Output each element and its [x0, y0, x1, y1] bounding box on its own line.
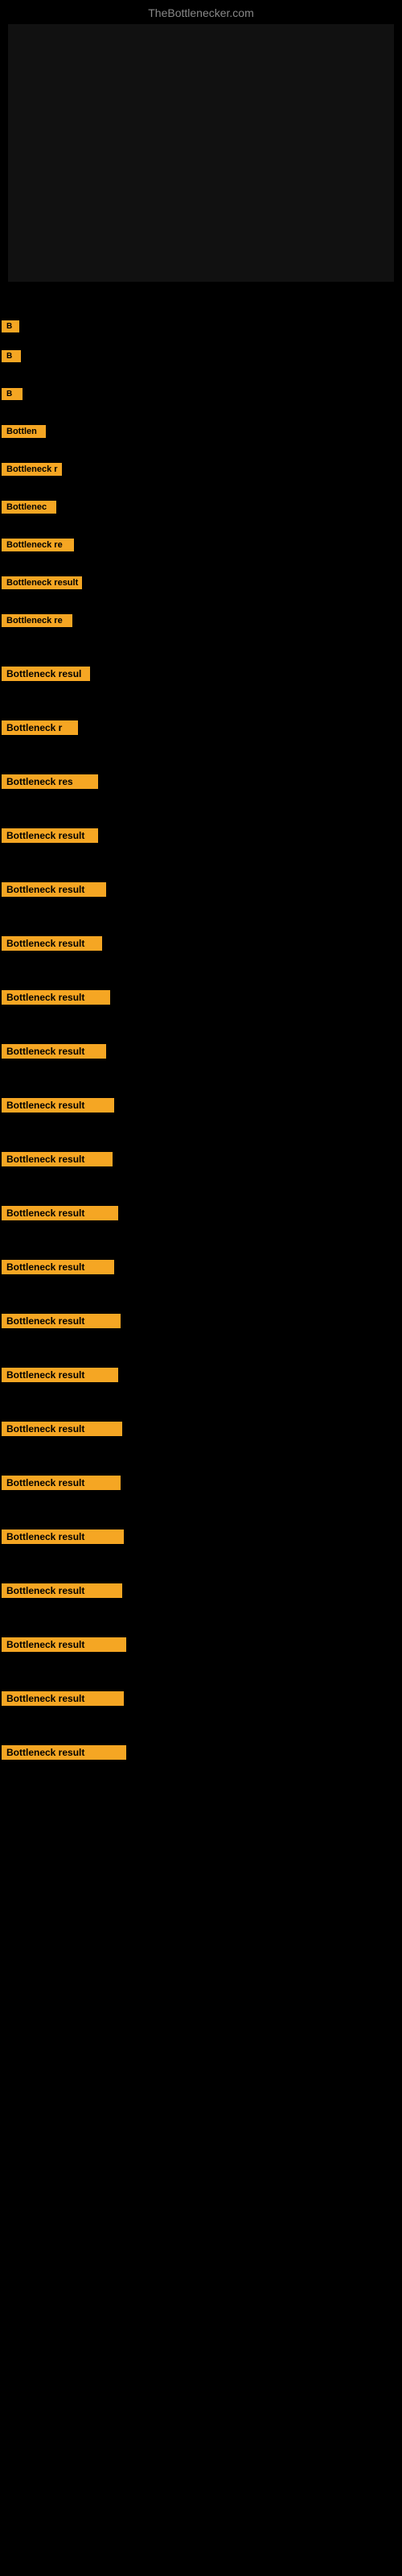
result-item-20: Bottleneck result: [2, 1206, 402, 1220]
result-item-1: B: [2, 318, 402, 332]
result-label-10: Bottleneck resul: [2, 667, 90, 681]
result-label-22: Bottleneck result: [2, 1314, 121, 1328]
result-label-29: Bottleneck result: [2, 1691, 124, 1706]
result-item-30: Bottleneck result: [2, 1745, 402, 1760]
chart-area: [8, 24, 394, 282]
result-label-5: Bottleneck r: [2, 463, 62, 476]
result-label-12: Bottleneck res: [2, 774, 98, 789]
result-item-13: Bottleneck result: [2, 828, 402, 843]
result-label-14: Bottleneck result: [2, 882, 106, 897]
result-item-7: Bottleneck re: [2, 537, 402, 551]
result-item-11: Bottleneck r: [2, 720, 402, 735]
result-label-20: Bottleneck result: [2, 1206, 118, 1220]
result-item-8: Bottleneck result: [2, 575, 402, 589]
result-item-15: Bottleneck result: [2, 936, 402, 951]
result-item-21: Bottleneck result: [2, 1260, 402, 1274]
result-label-25: Bottleneck result: [2, 1476, 121, 1490]
result-label-6: Bottlenec: [2, 501, 56, 514]
result-label-26: Bottleneck result: [2, 1530, 124, 1544]
result-item-23: Bottleneck result: [2, 1368, 402, 1382]
result-label-30: Bottleneck result: [2, 1745, 126, 1760]
result-item-2: B: [2, 348, 402, 362]
result-item-17: Bottleneck result: [2, 1044, 402, 1059]
result-label-28: Bottleneck result: [2, 1637, 126, 1652]
result-label-7: Bottleneck re: [2, 539, 74, 551]
result-item-18: Bottleneck result: [2, 1098, 402, 1113]
results-container: B B B Bottlen Bottleneck r Bottlenec Bottlenec…: [0, 306, 402, 1763]
result-item-3: B: [2, 386, 402, 400]
result-item-27: Bottleneck result: [2, 1583, 402, 1598]
result-label-23: Bottleneck result: [2, 1368, 118, 1382]
result-item-6: Bottlenec: [2, 499, 402, 514]
result-label-9: Bottleneck re: [2, 614, 72, 627]
result-label-15: Bottleneck result: [2, 936, 102, 951]
result-item-26: Bottleneck result: [2, 1530, 402, 1544]
result-label-21: Bottleneck result: [2, 1260, 114, 1274]
result-item-4: Bottlen: [2, 423, 402, 438]
result-label-4: Bottlen: [2, 425, 46, 438]
result-item-28: Bottleneck result: [2, 1637, 402, 1652]
result-label-16: Bottleneck result: [2, 990, 110, 1005]
result-label-3: B: [2, 388, 23, 400]
result-item-12: Bottleneck res: [2, 774, 402, 789]
result-label-13: Bottleneck result: [2, 828, 98, 843]
result-label-27: Bottleneck result: [2, 1583, 122, 1598]
result-item-29: Bottleneck result: [2, 1691, 402, 1706]
result-label-18: Bottleneck result: [2, 1098, 114, 1113]
result-label-1: B: [2, 320, 19, 332]
result-item-25: Bottleneck result: [2, 1476, 402, 1490]
result-label-8: Bottleneck result: [2, 576, 82, 589]
result-item-24: Bottleneck result: [2, 1422, 402, 1436]
result-item-16: Bottleneck result: [2, 990, 402, 1005]
result-label-11: Bottleneck r: [2, 720, 78, 735]
result-item-5: Bottleneck r: [2, 461, 402, 476]
result-label-17: Bottleneck result: [2, 1044, 106, 1059]
result-item-19: Bottleneck result: [2, 1152, 402, 1166]
site-title: TheBottlenecker.com: [148, 6, 254, 19]
result-label-2: B: [2, 350, 21, 362]
result-label-24: Bottleneck result: [2, 1422, 122, 1436]
result-item-10: Bottleneck resul: [2, 667, 402, 681]
result-item-14: Bottleneck result: [2, 882, 402, 897]
result-item-9: Bottleneck re: [2, 613, 402, 627]
result-label-19: Bottleneck result: [2, 1152, 113, 1166]
result-item-22: Bottleneck result: [2, 1314, 402, 1328]
